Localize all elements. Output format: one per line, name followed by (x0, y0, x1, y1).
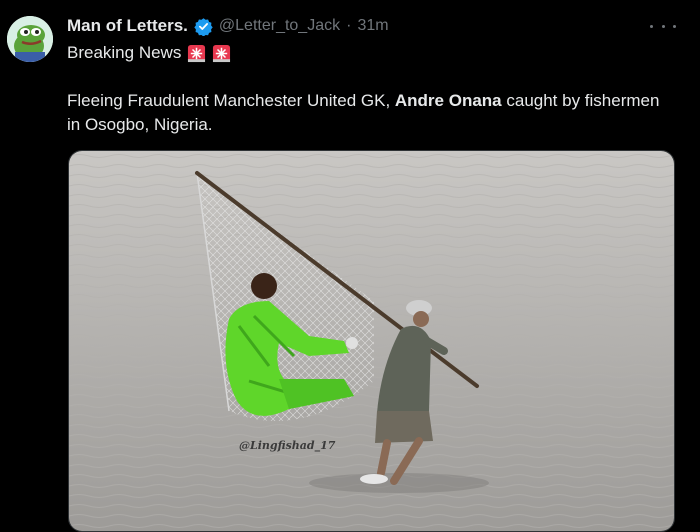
verified-badge-icon (194, 17, 213, 37)
separator-dot: · (346, 17, 352, 34)
more-options-icon[interactable] (650, 16, 676, 36)
tweet-media-image[interactable]: @Lingfishad_17 (68, 150, 675, 532)
tweet-container[interactable]: Man of Letters. @Letter_to_Jack · 31m Br… (0, 0, 700, 532)
fishing-net-photo (69, 151, 674, 531)
pepe-frog-avatar-icon (7, 16, 53, 62)
tweet-headline: Breaking News (67, 41, 667, 65)
tweet-body: Fleeing Fraudulent Manchester United GK,… (67, 89, 667, 137)
author-handle[interactable]: @Letter_to_Jack (219, 17, 340, 35)
avatar[interactable] (7, 16, 53, 62)
tweet-text-before: Fleeing Fraudulent Manchester United GK, (67, 91, 395, 110)
tweet-timestamp[interactable]: 31m (357, 17, 388, 35)
photo-watermark: @Lingfishad_17 (239, 439, 336, 452)
tweet-header: Man of Letters. @Letter_to_Jack · 31m (67, 15, 389, 37)
author-name[interactable]: Man of Letters. (67, 16, 188, 36)
siren-icon (187, 44, 206, 63)
siren-icon (212, 44, 231, 63)
headline-text: Breaking News (67, 43, 182, 62)
tweet-text-bold: Andre Onana (394, 91, 502, 110)
